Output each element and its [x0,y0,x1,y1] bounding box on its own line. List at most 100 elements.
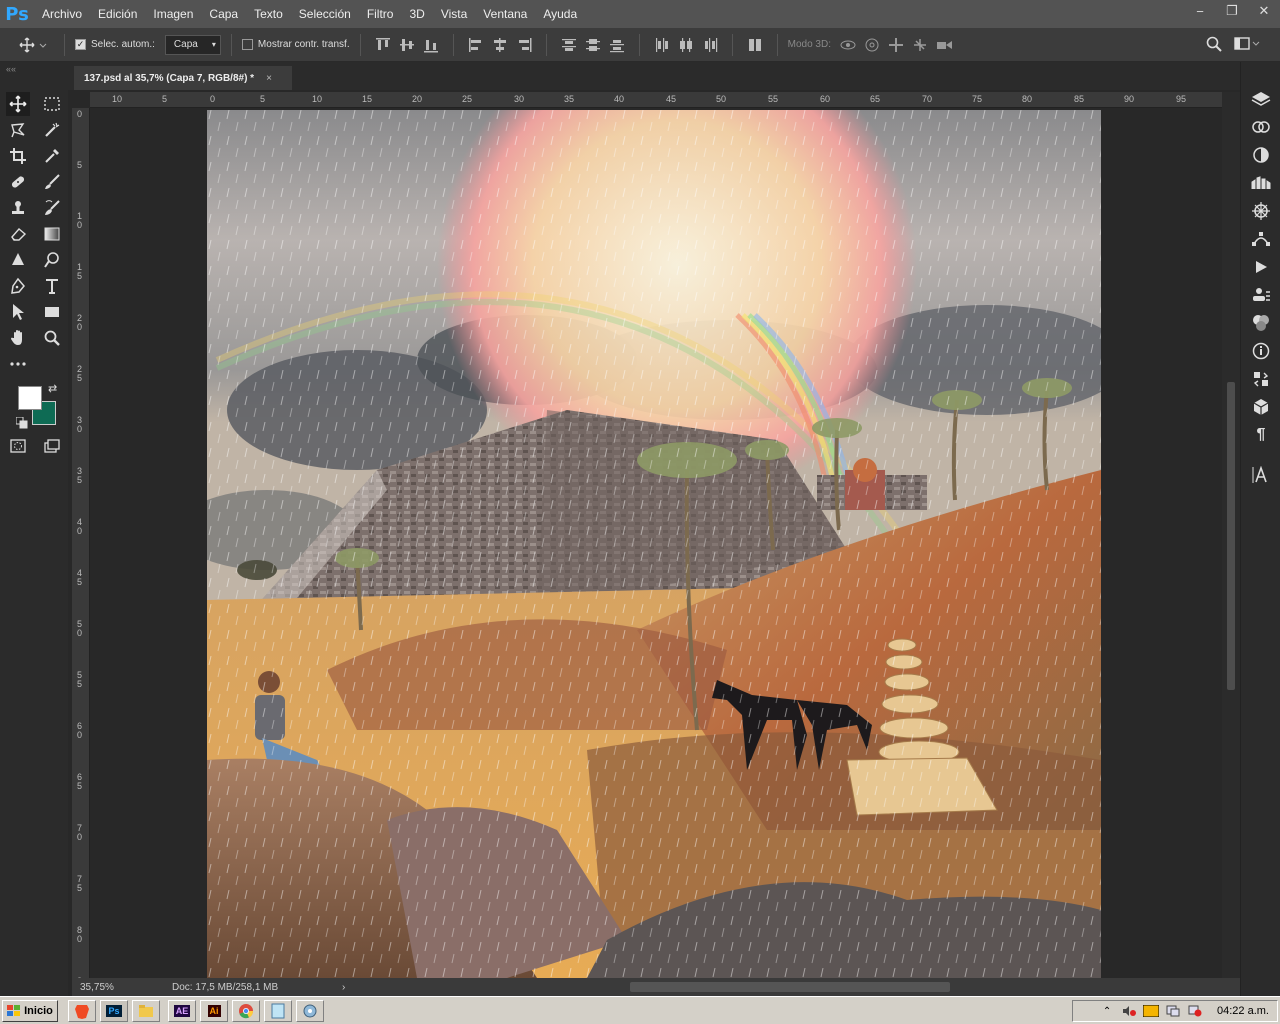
distribute-right-icon[interactable] [701,36,719,54]
close-button[interactable]: ✕ [1248,0,1280,22]
swatches-icon[interactable] [1249,312,1273,334]
menu-filtro[interactable]: Filtro [359,0,402,28]
menu-vista[interactable]: Vista [433,0,475,28]
speaker-muted-icon[interactable] [1121,1004,1137,1018]
canvas-area[interactable] [90,108,1222,978]
3d-icon[interactable] [1249,396,1273,418]
roll-3d-icon[interactable] [863,36,881,54]
swap-colors-icon[interactable]: ⇄ [48,382,57,395]
healing-brush-tool-icon[interactable] [6,170,30,194]
photoshop-icon[interactable]: Ps [100,999,128,1022]
notepad-icon[interactable] [264,999,292,1022]
menu-capa[interactable]: Capa [201,0,246,28]
eraser-tool-icon[interactable] [6,222,30,246]
zoom-tool-icon[interactable] [40,326,64,350]
rectangle-tool-icon[interactable] [40,300,64,324]
menu-texto[interactable]: Texto [246,0,291,28]
close-tab-icon[interactable]: × [266,73,272,84]
show-transform-checkbox[interactable] [241,39,253,50]
gradient-tool-icon[interactable] [40,222,64,246]
document-tab[interactable]: 137.psd al 35,7% (Capa 7, RGB/8#) * × [74,66,292,90]
marquee-tool-icon[interactable] [40,92,64,116]
histogram-icon[interactable] [1249,172,1273,194]
align-left-icon[interactable] [467,36,485,54]
menu-3d[interactable]: 3D [401,0,432,28]
align-top-icon[interactable] [374,36,392,54]
actions-play-icon[interactable] [1249,256,1273,278]
status-menu-arrow-icon[interactable]: › [342,982,360,993]
brush-tool-icon[interactable] [40,170,64,194]
paths-icon[interactable] [1249,228,1273,250]
tray-expand-icon[interactable]: ⌃ [1099,1004,1115,1018]
minimize-button[interactable]: − [1184,0,1216,22]
chrome-icon[interactable] [232,999,260,1022]
type-tool-icon[interactable] [40,274,64,298]
navigator-icon[interactable] [1249,200,1273,222]
workspace-icon[interactable] [1234,37,1260,56]
adjustments-icon[interactable] [1249,144,1273,166]
blur-tool-icon[interactable] [6,248,30,272]
search-icon[interactable] [1206,36,1222,57]
distribute-left-icon[interactable] [653,36,671,54]
distribute-top-icon[interactable] [560,36,578,54]
lasso-tool-icon[interactable] [6,118,30,142]
move-tool-preset[interactable] [14,37,54,53]
more-tools-icon[interactable] [6,352,30,376]
menu-ventana[interactable]: Ventana [475,0,535,28]
distribute-bottom-icon[interactable] [608,36,626,54]
menu-imagen[interactable]: Imagen [145,0,201,28]
distribute-hcenter-icon[interactable] [677,36,695,54]
menu-ayuda[interactable]: Ayuda [535,0,585,28]
vertical-scrollbar[interactable] [1222,92,1240,978]
crop-tool-icon[interactable] [6,144,30,168]
layers-icon[interactable] [1249,88,1273,110]
explorer-icon[interactable] [132,999,160,1022]
start-button[interactable]: Inicio [2,999,58,1022]
collapse-tools-icon[interactable]: «« [6,64,16,74]
zoom-level[interactable]: 35,75% [72,982,172,993]
quick-select-tool-icon[interactable] [40,118,64,142]
horizontal-scroll-thumb[interactable] [630,982,950,992]
slide-3d-icon[interactable] [911,36,929,54]
auto-align-icon[interactable] [746,36,764,54]
default-colors-icon[interactable] [15,416,28,434]
pan-3d-icon[interactable] [887,36,905,54]
clone-stamp-tool-icon[interactable] [6,196,30,220]
eyedropper-tool-icon[interactable] [40,144,64,168]
orbit-3d-icon[interactable] [839,36,857,54]
hand-tool-icon[interactable] [6,326,30,350]
align-vcenter-icon[interactable] [398,36,416,54]
other-icon[interactable] [296,999,324,1022]
history-icon[interactable] [1249,368,1273,390]
auto-select-checkbox[interactable]: ✓ [75,39,86,50]
quick-mask-icon[interactable] [6,434,30,458]
info-icon[interactable] [1249,340,1273,362]
align-right-icon[interactable] [515,36,533,54]
move-tool-icon[interactable] [6,92,30,116]
auto-select-target-dropdown[interactable]: Capa ▾ [164,34,221,55]
pen-tool-icon[interactable] [6,274,30,298]
restore-button[interactable]: ❐ [1216,0,1248,22]
path-selection-tool-icon[interactable] [6,300,30,324]
character-icon[interactable] [1249,464,1273,486]
device-tray-icon[interactable] [1165,1004,1181,1018]
menu-edicion[interactable]: Edición [90,0,145,28]
menu-archivo[interactable]: Archivo [34,0,90,28]
vertical-scroll-thumb[interactable] [1227,382,1235,690]
after-effects-icon[interactable]: AE [168,999,196,1022]
menu-seleccion[interactable]: Selección [291,0,359,28]
illustrator-icon[interactable]: Ai [200,999,228,1022]
foreground-color-swatch[interactable] [18,386,42,410]
paragraph-icon[interactable]: ¶ [1249,424,1273,446]
align-bottom-icon[interactable] [422,36,440,54]
screen-mode-icon[interactable] [40,434,64,458]
s3-tray-icon[interactable] [1143,1004,1160,1018]
dodge-tool-icon[interactable] [40,248,64,272]
channels-icon[interactable] [1249,116,1273,138]
history-brush-tool-icon[interactable] [40,196,64,220]
align-hcenter-icon[interactable] [491,36,509,54]
brave-icon[interactable] [68,999,96,1022]
properties-icon[interactable] [1249,284,1273,306]
distribute-vcenter-icon[interactable] [584,36,602,54]
network-error-icon[interactable] [1187,1004,1203,1018]
